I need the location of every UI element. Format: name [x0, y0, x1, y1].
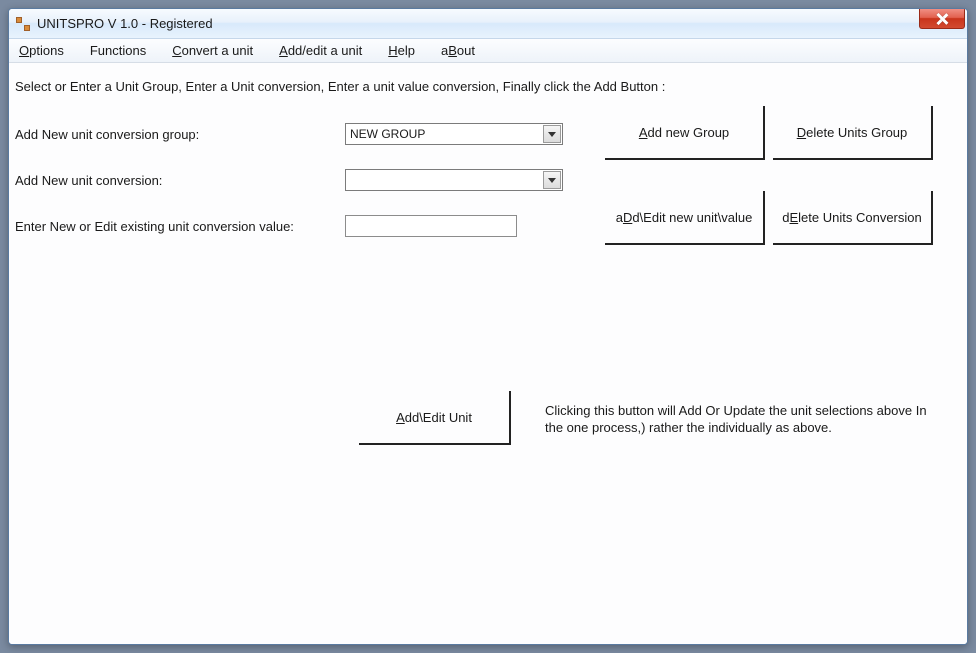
label-add-conversion: Add New unit conversion: [15, 173, 345, 188]
menubar: Options Functions Convert a unit Add/edi… [9, 39, 967, 63]
delete-conversion-button[interactable]: dElete Units Conversion [773, 191, 933, 245]
label-add-group: Add New unit conversion group: [15, 127, 345, 142]
window-title: UNITSPRO V 1.0 - Registered [37, 16, 213, 31]
client-area: Select or Enter a Unit Group, Enter a Un… [9, 63, 967, 644]
conversion-select[interactable] [345, 169, 563, 191]
menu-convert[interactable]: Convert a unit [168, 41, 257, 60]
menu-functions[interactable]: Functions [86, 41, 150, 60]
close-icon [936, 13, 948, 25]
app-window: UNITSPRO V 1.0 - Registered Options Func… [8, 8, 968, 645]
close-button[interactable] [919, 9, 965, 29]
menu-add-edit[interactable]: Add/edit a unit [275, 41, 366, 60]
label-enter-value: Enter New or Edit existing unit conversi… [15, 219, 345, 234]
group-select-value: NEW GROUP [350, 127, 425, 141]
app-icon [15, 16, 31, 32]
add-edit-unit-button[interactable]: Add\Edit Unit [359, 391, 511, 445]
menu-options[interactable]: Options [15, 41, 68, 60]
menu-about[interactable]: aBout [437, 41, 479, 60]
chevron-down-icon[interactable] [543, 125, 561, 143]
add-edit-unit-value-button[interactable]: aDd\Edit new unit\value [605, 191, 765, 245]
menu-help[interactable]: Help [384, 41, 419, 60]
delete-group-button[interactable]: Delete Units Group [773, 106, 933, 160]
instruction-text: Select or Enter a Unit Group, Enter a Un… [15, 79, 961, 94]
add-group-button[interactable]: Add new Group [605, 106, 765, 160]
chevron-down-icon[interactable] [543, 171, 561, 189]
group-select[interactable]: NEW GROUP [345, 123, 563, 145]
help-text: Clicking this button will Add Or Update … [545, 403, 945, 437]
titlebar[interactable]: UNITSPRO V 1.0 - Registered [9, 9, 967, 39]
value-input[interactable] [345, 215, 517, 237]
